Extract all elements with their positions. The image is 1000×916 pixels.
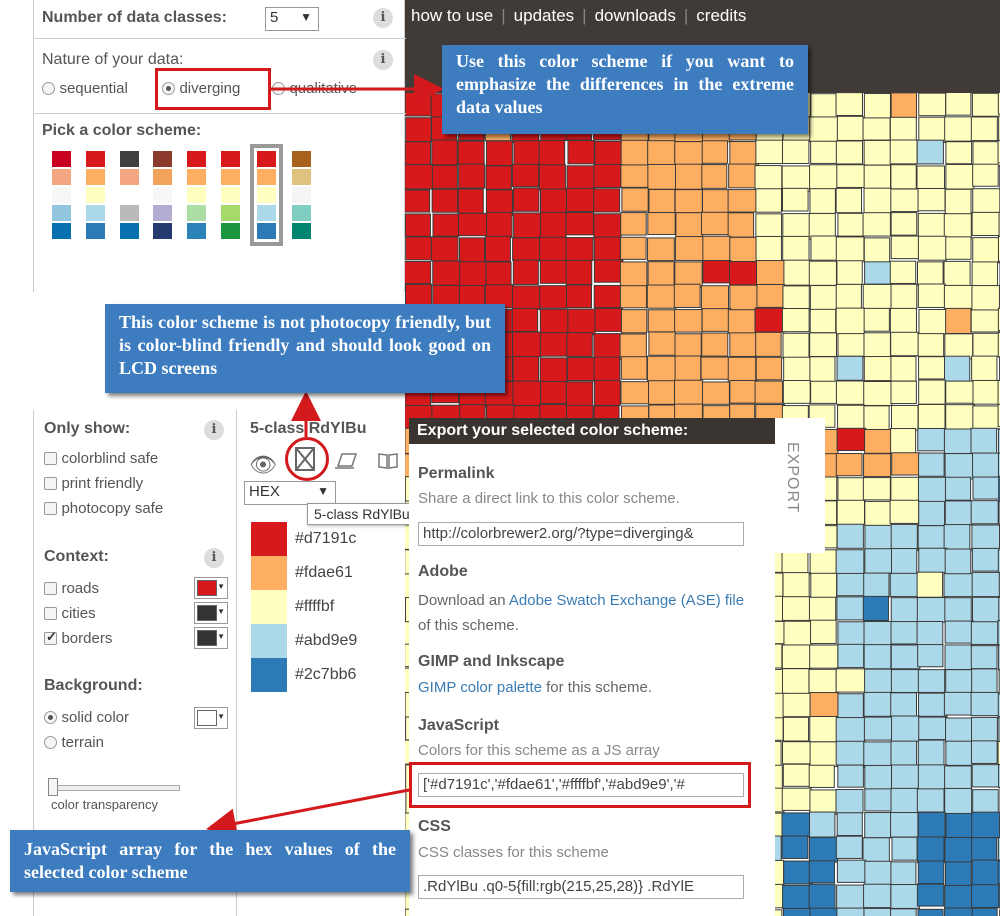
- annotation-arrows: [206, 74, 444, 839]
- callout-photocopy: This color scheme is not photocopy frien…: [105, 304, 505, 393]
- arrow-js-array: [206, 788, 410, 839]
- callout-js-array: JavaScript array for the hex values of t…: [10, 830, 410, 892]
- callout-diverging: Use this color scheme if you want to emp…: [442, 45, 808, 134]
